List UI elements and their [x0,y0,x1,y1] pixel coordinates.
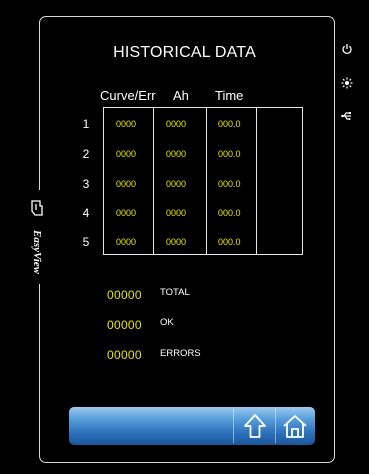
page-title: HISTORICAL DATA [113,44,256,61]
cell-curve: 0000 [116,237,137,247]
row-number: 4 [82,206,90,220]
cell-time: 000.0 [218,208,241,218]
row-number: 5 [82,235,90,249]
cell-time: 000.0 [218,119,241,129]
home-button[interactable] [275,407,315,445]
total-count: 00000 [107,288,142,302]
column-header-ah: Ah [173,88,189,103]
row-number: 2 [82,147,90,161]
table-divider [206,108,207,254]
cell-ah: 0000 [166,208,187,218]
up-button[interactable] [235,407,275,445]
nav-separator [233,409,234,443]
cell-ah: 0000 [166,179,187,189]
table-divider [153,108,154,254]
cell-curve: 0000 [116,119,137,129]
brightness-icon[interactable] [341,77,353,89]
row-number: 3 [82,177,90,191]
total-label: TOTAL [160,287,190,298]
bottom-nav-bar [69,407,315,445]
row-number: 1 [82,117,90,131]
brand-name: EasyView [31,229,44,275]
cell-time: 000.0 [218,179,241,189]
cell-ah: 0000 [166,237,187,247]
column-header-curve-err: Curve/Err [100,88,156,103]
errors-count: 00000 [107,348,142,362]
table-divider [256,108,257,254]
cell-curve: 0000 [116,208,137,218]
cell-time: 000.0 [218,237,241,247]
cell-ah: 0000 [166,149,187,159]
cell-curve: 0000 [116,149,137,159]
column-header-time: Time [215,88,244,103]
ok-count: 00000 [107,318,142,332]
cell-time: 000.0 [218,149,241,159]
ok-label: OK [160,317,174,328]
cell-curve: 0000 [116,179,137,189]
up-arrow-icon [244,414,266,438]
home-icon [283,415,307,438]
errors-label: ERRORS [160,348,201,359]
touch-hand-icon [31,200,43,216]
usb-icon[interactable] [341,110,353,122]
cell-ah: 0000 [166,119,187,129]
brand-logo: EasyView [27,198,51,288]
